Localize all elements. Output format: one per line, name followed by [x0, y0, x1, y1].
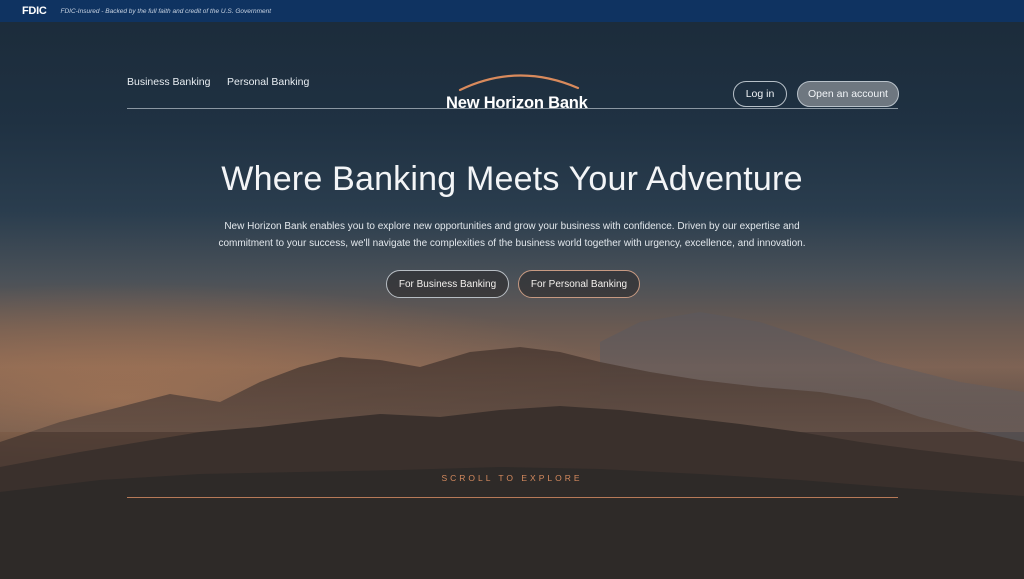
fdic-disclaimer: FDIC-Insured - Backed by the full faith … — [60, 7, 272, 15]
nav-divider — [127, 108, 898, 109]
hero-title: Where Banking Meets Your Adventure — [221, 160, 803, 198]
business-banking-button[interactable]: For Business Banking — [386, 270, 509, 298]
nav-personal-banking[interactable]: Personal Banking — [227, 76, 309, 88]
open-account-button[interactable]: Open an account — [797, 81, 899, 107]
top-navigation: Business Banking Personal Banking New Ho… — [0, 22, 1024, 112]
hero-description: New Horizon Bank enables you to explore … — [218, 221, 806, 249]
personal-banking-button[interactable]: For Personal Banking — [518, 270, 640, 298]
nav-business-banking[interactable]: Business Banking — [127, 76, 210, 88]
scroll-to-explore-label[interactable]: SCROLL TO EXPLORE — [0, 473, 1024, 483]
brand-name: New Horizon Bank — [446, 94, 588, 112]
fdic-banner: FDIC FDIC-Insured - Backed by the full f… — [0, 0, 1024, 22]
scroll-divider — [127, 497, 898, 498]
fdic-logo: FDIC — [22, 5, 47, 17]
login-button[interactable]: Log in — [733, 81, 787, 107]
